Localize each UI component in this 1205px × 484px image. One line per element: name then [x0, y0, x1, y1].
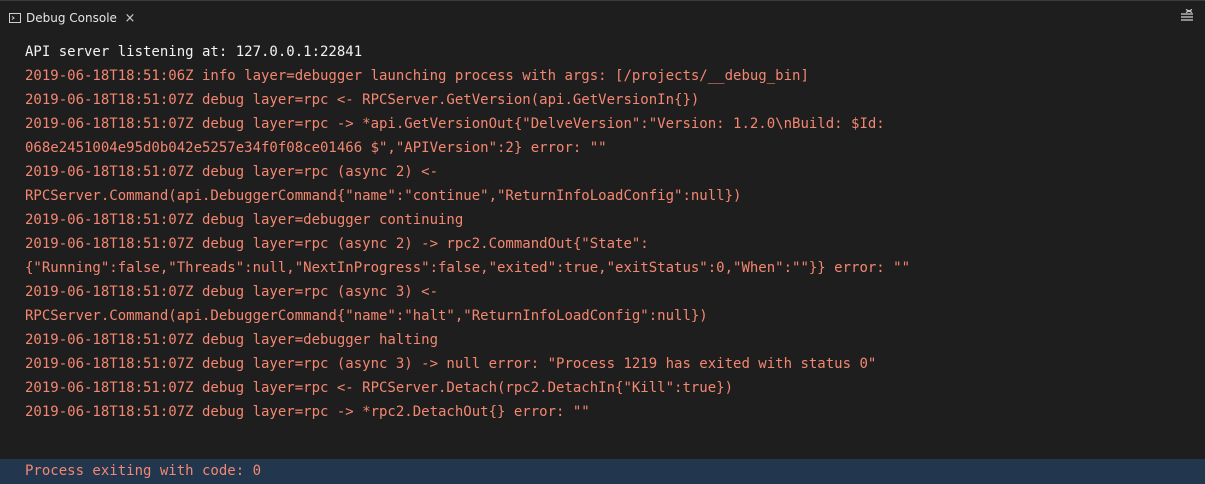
console-line: 2019-06-18T18:51:07Z debug layer=rpc <- …: [25, 92, 700, 108]
console-line: 2019-06-18T18:51:07Z debug layer=rpc (as…: [25, 164, 439, 180]
tab-label: Debug Console: [26, 11, 117, 25]
clear-console-icon: [1180, 8, 1194, 28]
console-line: 2019-06-18T18:51:07Z debug layer=rpc (as…: [25, 236, 649, 252]
panel-tab-bar: Debug Console ×: [0, 0, 1205, 35]
console-line: 2019-06-18T18:51:07Z debug layer=rpc -> …: [25, 116, 885, 132]
terminal-icon: [8, 11, 22, 25]
console-line: 2019-06-18T18:51:07Z debug layer=rpc (as…: [25, 284, 439, 300]
debug-console-panel: Debug Console × API server listening at:…: [0, 0, 1205, 484]
console-line: API server listening at: 127.0.0.1:22841: [25, 44, 363, 60]
console-line: RPCServer.Command(api.DebuggerCommand{"n…: [25, 308, 708, 324]
close-icon[interactable]: ×: [123, 11, 137, 26]
console-line: 2019-06-18T18:51:07Z debug layer=rpc <- …: [25, 380, 734, 396]
console-line: RPCServer.Command(api.DebuggerCommand{"n…: [25, 188, 742, 204]
console-line: 068e2451004e95d0b042e5257e34f0f08ce01466…: [25, 140, 607, 156]
console-line: 2019-06-18T18:51:07Z debug layer=debugge…: [25, 212, 464, 228]
console-line: {"Running":false,"Threads":null,"NextInP…: [25, 260, 911, 276]
clear-console-button[interactable]: [1179, 8, 1195, 28]
console-line: 2019-06-18T18:51:07Z debug layer=debugge…: [25, 332, 439, 348]
tab-debug-console[interactable]: Debug Console ×: [0, 1, 145, 35]
console-line: 2019-06-18T18:51:06Z info layer=debugger…: [25, 68, 809, 84]
exit-code-line: Process exiting with code: 0: [25, 463, 262, 479]
console-output[interactable]: API server listening at: 127.0.0.1:22841…: [0, 41, 1205, 484]
console-line: 2019-06-18T18:51:07Z debug layer=rpc (as…: [25, 356, 877, 372]
console-line: 2019-06-18T18:51:07Z debug layer=rpc -> …: [25, 404, 590, 420]
selected-exit-row[interactable]: Process exiting with code: 0: [0, 459, 1205, 484]
